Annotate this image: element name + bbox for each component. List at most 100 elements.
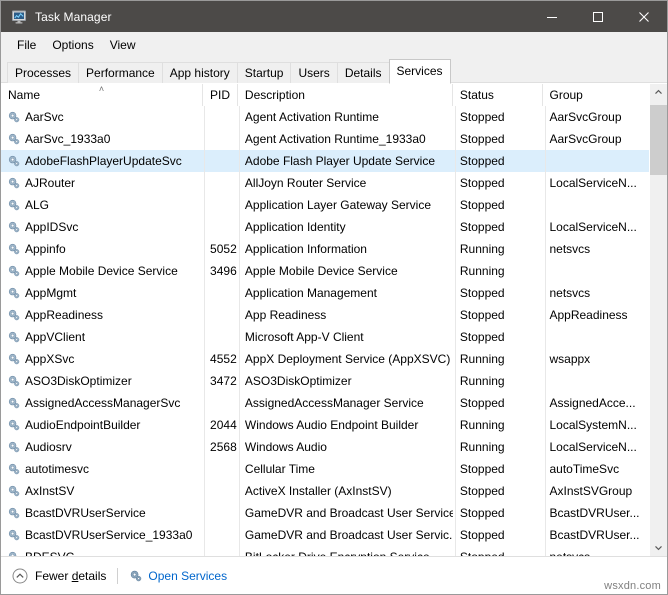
service-name-label: AppIDSvc	[25, 216, 78, 238]
cell-name: Appinfo	[1, 238, 203, 260]
menu-item-view[interactable]: View	[102, 35, 144, 55]
cell-description: GameDVR and Broadcast User Servic...	[238, 524, 453, 546]
cell-group	[542, 326, 649, 348]
table-row[interactable]: AppXSvc4552AppX Deployment Service (AppX…	[1, 348, 649, 370]
cell-text: AssignedAccessManager Service	[245, 396, 424, 410]
scroll-down-button[interactable]	[650, 539, 667, 556]
cell-text: 3496	[210, 264, 237, 278]
cell-status: Stopped	[453, 304, 543, 326]
tab-details[interactable]: Details	[337, 62, 390, 83]
cell-description: ActiveX Installer (AxInstSV)	[238, 480, 453, 502]
table-row[interactable]: AdobeFlashPlayerUpdateSvcAdobe Flash Pla…	[1, 150, 649, 172]
table-row[interactable]: ALGApplication Layer Gateway ServiceStop…	[1, 194, 649, 216]
table-row[interactable]: BDESVCBitLocker Drive Encryption Service…	[1, 546, 649, 556]
table-row[interactable]: BcastDVRUserServiceGameDVR and Broadcast…	[1, 502, 649, 524]
cell-text: Stopped	[460, 462, 505, 476]
table-row[interactable]: AxInstSV ActiveX Installer (AxInstSV) Stop…	[1, 480, 649, 502]
cell-description: App Readiness	[238, 304, 453, 326]
cell-text: Stopped	[460, 132, 505, 146]
table-row[interactable]: ASO3DiskOptimizer3472ASO3DiskOptimizerRu…	[1, 370, 649, 392]
table-row[interactable]: Audiosrv2568Windows AudioRunningLocalSer…	[1, 436, 649, 458]
table-row[interactable]: AppReadinessApp ReadinessStoppedAppReadi…	[1, 304, 649, 326]
scrollbar-track[interactable]	[650, 101, 667, 539]
table-row[interactable]: BcastDVRUserService_1933a0GameDVR and Br…	[1, 524, 649, 546]
table-row[interactable]: AssignedAccessManagerSvcAssignedAccessMa…	[1, 392, 649, 414]
cell-text: Stopped	[460, 154, 505, 168]
table-row[interactable]: AarSvc_1933a0Agent Activation Runtime_19…	[1, 128, 649, 150]
cell-text: AssignedAcce...	[549, 396, 635, 410]
table-row[interactable]: AppVClientMicrosoft App-V ClientStopped	[1, 326, 649, 348]
table-row[interactable]: AppMgmtApplication ManagementStoppednets…	[1, 282, 649, 304]
table-row[interactable]: AarSvcAgent Activation RuntimeStoppedAar…	[1, 106, 649, 128]
column-header-status[interactable]: Status	[453, 84, 543, 106]
column-header-label: Name	[8, 88, 40, 102]
cell-group: netsvcs	[542, 238, 649, 260]
cell-name: AudioEndpointBuilder	[1, 414, 203, 436]
sort-ascending-icon: ˄	[99, 85, 104, 94]
service-gear-icon	[7, 154, 21, 168]
table-row[interactable]: AudioEndpointBuilder2044Windows Audio En…	[1, 414, 649, 436]
column-header-pid[interactable]: PID	[203, 84, 238, 106]
table-row[interactable]: Appinfo5052Application InformationRunnin…	[1, 238, 649, 260]
cell-text: wsappx	[549, 352, 590, 366]
fewer-details-button[interactable]: Fewer details	[12, 568, 106, 584]
task-manager-icon	[11, 9, 27, 25]
cell-status: Stopped	[453, 326, 543, 348]
window-title: Task Manager	[35, 10, 529, 24]
tab-app-history[interactable]: App history	[162, 62, 238, 83]
cell-text: Stopped	[460, 286, 505, 300]
service-name-label: Audiosrv	[25, 436, 72, 458]
table-row[interactable]: AppIDSvcApplication IdentityStoppedLocal…	[1, 216, 649, 238]
table-row[interactable]: AJRouterAllJoyn Router ServiceStoppedLoc…	[1, 172, 649, 194]
cell-text: Stopped	[460, 176, 505, 190]
cell-text: Stopped	[460, 198, 505, 212]
cell-name: AppMgmt	[1, 282, 203, 304]
vertical-scrollbar[interactable]	[649, 84, 667, 556]
service-gear-icon	[7, 396, 21, 410]
cell-text: Running	[460, 418, 505, 432]
table-row[interactable]: Apple Mobile Device Service3496Apple Mob…	[1, 260, 649, 282]
cell-description: Agent Activation Runtime_1933a0	[238, 128, 453, 150]
tab-startup[interactable]: Startup	[237, 62, 292, 83]
column-header-description[interactable]: Description	[238, 84, 453, 106]
minimize-icon	[546, 11, 558, 23]
tab-processes[interactable]: Processes	[7, 62, 79, 83]
column-header-group[interactable]: Group	[543, 84, 650, 106]
cell-pid	[203, 172, 238, 194]
cell-status: Stopped	[453, 282, 543, 304]
cell-text: Microsoft App-V Client	[245, 330, 364, 344]
task-manager-window: Task Manager File Options View Processes…	[0, 0, 668, 595]
maximize-button[interactable]	[575, 1, 621, 32]
cell-text: LocalServiceN...	[549, 220, 636, 234]
menu-item-options[interactable]: Options	[44, 35, 101, 55]
service-name-label: AxInstSV	[25, 480, 74, 502]
cell-status: Stopped	[453, 524, 543, 546]
cell-status: Stopped	[453, 480, 543, 502]
service-name-label: AJRouter	[25, 172, 75, 194]
cell-text: Stopped	[460, 484, 505, 498]
scroll-up-button[interactable]	[650, 84, 667, 101]
cell-pid	[203, 106, 238, 128]
service-gear-icon	[7, 506, 21, 520]
tab-performance[interactable]: Performance	[78, 62, 163, 83]
service-gear-icon	[7, 440, 21, 454]
cell-text: Adobe Flash Player Update Service	[245, 154, 435, 168]
cell-text: Stopped	[460, 396, 505, 410]
close-button[interactable]	[621, 1, 667, 32]
open-services-link[interactable]: Open Services	[129, 569, 227, 583]
service-gear-icon	[7, 198, 21, 212]
cell-group	[542, 150, 649, 172]
cell-status: Stopped	[453, 458, 543, 480]
tab-services[interactable]: Services	[389, 59, 451, 84]
service-name-label: AppReadiness	[25, 304, 103, 326]
service-name-label: AppXSvc	[25, 348, 74, 370]
scrollbar-thumb[interactable]	[650, 105, 667, 175]
cell-description: AllJoyn Router Service	[238, 172, 453, 194]
cell-text: 2044	[210, 418, 237, 432]
table-row[interactable]: autotimesvcCellular TimeStoppedautoTimeS…	[1, 458, 649, 480]
tab-users[interactable]: Users	[290, 62, 337, 83]
minimize-button[interactable]	[529, 1, 575, 32]
column-header-name[interactable]: Name ˄	[1, 84, 203, 106]
cell-text: BcastDVRUser...	[549, 506, 639, 520]
menu-item-file[interactable]: File	[9, 35, 44, 55]
